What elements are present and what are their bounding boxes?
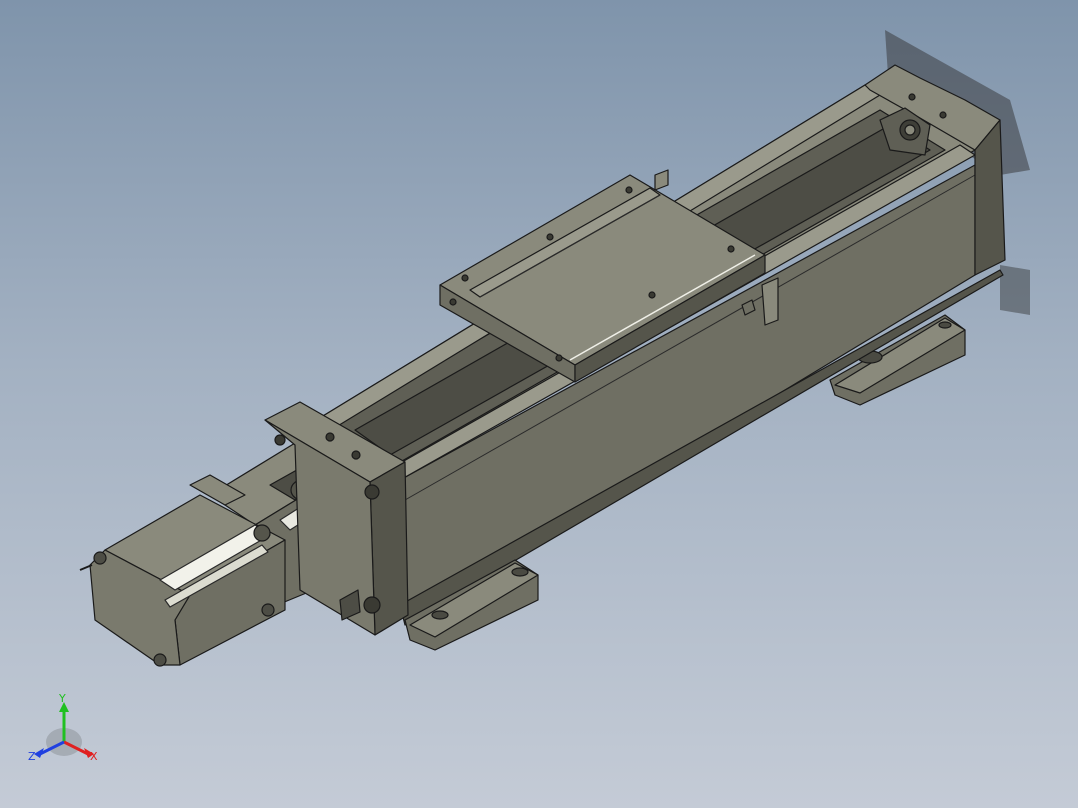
view-orientation-triad[interactable]: Y X Z bbox=[26, 692, 106, 774]
triad-x-label: X bbox=[90, 750, 98, 763]
triad-z-label: Z bbox=[28, 750, 36, 763]
triad-y-label: Y bbox=[59, 692, 66, 705]
cad-model-render[interactable] bbox=[0, 0, 1078, 808]
graphics-viewport[interactable]: Y X Z bbox=[0, 0, 1078, 808]
